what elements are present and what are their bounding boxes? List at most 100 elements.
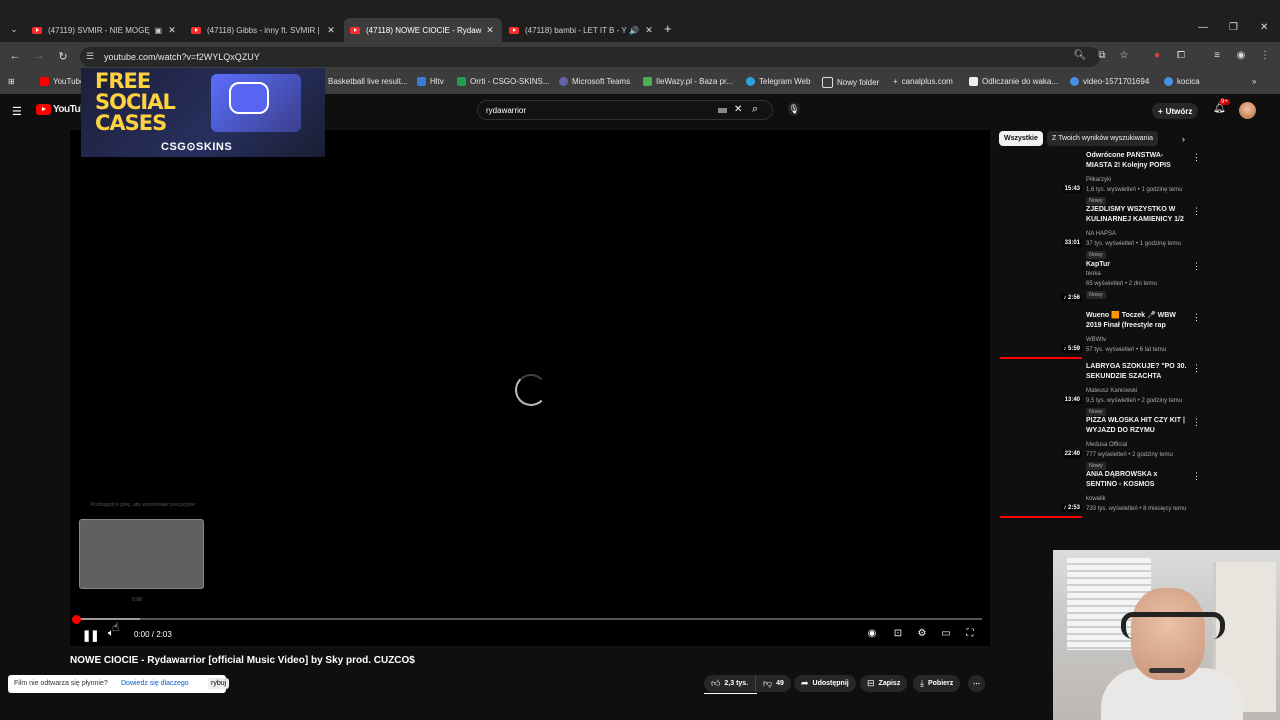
subtitles-icon[interactable]: ⊡ bbox=[891, 628, 905, 639]
suggested-video-title[interactable]: Odwrócone PAŃSTWA-MIASTA 2! Kolejny POPI… bbox=[1086, 151, 1188, 171]
bookmark-ilewazy[interactable]: IleWazy.pl - Baza pr... bbox=[643, 77, 733, 86]
search-input[interactable]: rydawarrior ✕ bbox=[477, 100, 773, 120]
site-info-icon[interactable]: ☰ bbox=[86, 51, 94, 62]
scrubber-handle[interactable] bbox=[72, 615, 81, 624]
channel-name[interactable]: WBWtv bbox=[1086, 337, 1106, 343]
download-button[interactable]: ⤓ Pobierz bbox=[913, 675, 961, 692]
profile-icon[interactable]: ◉ bbox=[1234, 50, 1248, 61]
tab-close-icon[interactable]: ✕ bbox=[166, 25, 178, 36]
more-options-icon[interactable]: ⋮ bbox=[1192, 206, 1201, 217]
url-text[interactable]: youtube.com/watch?v=f2WYLQxQZUY bbox=[104, 52, 260, 62]
suggested-video-title[interactable]: KapTur bbox=[1086, 260, 1188, 270]
suggested-video[interactable]: 13:40 LABRYGA SZOKUJE? "PO 30. SEKUNDZIE … bbox=[1000, 362, 1201, 417]
bookmark-telegram[interactable]: Telegram Web bbox=[746, 77, 810, 86]
bookmark-folder[interactable]: Nowy folder bbox=[822, 77, 879, 88]
autoplay-toggle-icon[interactable]: ◉ bbox=[865, 628, 879, 639]
apps-grid-icon[interactable]: ⊞ bbox=[8, 77, 15, 86]
pause-icon[interactable]: ❚❚ bbox=[82, 629, 99, 642]
browser-tab-2[interactable]: (47118) Gibbs - inny ft. SVMIR | ✕ bbox=[185, 18, 343, 42]
suggested-video[interactable]: 15:43 Odwrócone PAŃSTWA-MIASTA 2! Kolejny… bbox=[1000, 151, 1201, 206]
browser-tab-1[interactable]: (47119) SVMIR - NIE MOGĘ ▣ ✕ bbox=[26, 18, 184, 42]
bookmarks-overflow-icon[interactable]: » bbox=[1252, 77, 1256, 86]
suggested-video[interactable]: 22:40 PIZZA WŁOSKA HIT CZY KIT | WYJAZD D… bbox=[1000, 416, 1201, 471]
bookmark-youtube[interactable]: YouTube bbox=[40, 77, 84, 86]
share-button[interactable]: ➦ Udostępnij bbox=[794, 675, 856, 692]
tab-close-icon[interactable]: ✕ bbox=[643, 25, 655, 36]
tab-close-icon[interactable]: ✕ bbox=[325, 25, 337, 36]
more-options-icon[interactable]: ⋮ bbox=[1192, 152, 1201, 163]
channel-name[interactable]: Mateusz Kaniowski bbox=[1086, 388, 1137, 394]
suggested-video-title[interactable]: ZJEDLIŚMY WSZYSTKO W KULINARNEJ KAMIENIC… bbox=[1086, 205, 1188, 225]
suggested-video-title[interactable]: PIZZA WŁOSKA HIT CZY KIT | WYJAZD DO RZY… bbox=[1086, 416, 1188, 436]
tab-close-icon[interactable]: ✕ bbox=[484, 25, 496, 36]
create-button[interactable]: + Utwórz bbox=[1152, 103, 1199, 119]
chips-next-chevron-icon[interactable]: › bbox=[1182, 134, 1185, 144]
like-button[interactable]: 👍︎ 2,3 tys. bbox=[704, 675, 756, 692]
close-window-icon[interactable]: ✕ bbox=[1260, 22, 1268, 33]
reload-icon[interactable]: ↻ bbox=[56, 50, 70, 63]
browser-menu-icon[interactable]: ⋮ bbox=[1258, 50, 1272, 61]
minimize-icon[interactable]: — bbox=[1198, 22, 1208, 33]
tab-search-chevron-icon[interactable]: ⌄ bbox=[6, 21, 22, 37]
search-query[interactable]: rydawarrior bbox=[486, 106, 526, 115]
channel-name[interactable]: Medusa Official bbox=[1086, 442, 1127, 448]
voice-search-mic-icon[interactable]: 🎙︎ bbox=[788, 102, 800, 116]
extensions-puzzle-icon[interactable]: ⧠ bbox=[1174, 50, 1188, 61]
learn-why-link[interactable]: Dowiedz się dlaczego bbox=[121, 680, 189, 687]
browser-tab-3-active[interactable]: (47118) NOWE CIOCIE - Rydaw ✕ bbox=[344, 18, 502, 42]
more-options-icon[interactable]: ⋮ bbox=[1192, 471, 1201, 482]
more-options-icon[interactable]: ⋮ bbox=[1192, 417, 1201, 428]
csgo-skins-ad-banner[interactable]: FREE SOCIAL CASES CSG⊙SKINS bbox=[81, 68, 325, 157]
settings-gear-icon[interactable]: ⚙ bbox=[915, 628, 929, 639]
more-options-icon[interactable]: ⋮ bbox=[1192, 363, 1201, 374]
channel-name[interactable]: NA HAPSA bbox=[1086, 231, 1116, 237]
chip-all[interactable]: Wszystkie bbox=[999, 131, 1043, 146]
clear-search-icon[interactable]: ✕ bbox=[734, 104, 742, 115]
suggested-video[interactable]: ♪ 2:56 KapTur teoka 65 wyświetleń • 2 dni t… bbox=[1000, 260, 1201, 315]
progress-bar[interactable] bbox=[76, 618, 982, 620]
subscribe-button-partial[interactable]: rybuj bbox=[208, 678, 230, 689]
more-actions-icon[interactable]: ⋯ bbox=[968, 675, 985, 692]
menu-hamburger-icon[interactable]: ☰ bbox=[12, 105, 22, 118]
forward-arrow-icon[interactable]: → bbox=[32, 50, 46, 62]
bookmark-hltv[interactable]: Hltv bbox=[417, 77, 444, 86]
suggested-video[interactable]: 33:01 ZJEDLIŚMY WSZYSTKO W KULINARNEJ KAM… bbox=[1000, 205, 1201, 260]
suggested-video[interactable]: ♪ 5:59 Wueno 🟧 Toczek 🎤 WBW 2019 Finał (f… bbox=[1000, 311, 1201, 366]
theater-mode-icon[interactable]: ▭ bbox=[939, 628, 953, 639]
suggested-video-title[interactable]: LABRYGA SZOKUJE? "PO 30. SEKUNDZIE SZACH… bbox=[1086, 362, 1188, 382]
suggested-video-title[interactable]: Wueno 🟧 Toczek 🎤 WBW 2019 Finał (freesty… bbox=[1086, 311, 1188, 331]
account-avatar[interactable] bbox=[1239, 102, 1256, 119]
media-controls-icon[interactable]: ≡ bbox=[1210, 50, 1224, 61]
save-button[interactable]: ⊟ Zapisz bbox=[860, 675, 908, 692]
channel-name[interactable]: kowalik bbox=[1086, 496, 1106, 502]
bookmark-odliczanie[interactable]: Odliczanie do waka... bbox=[969, 77, 1058, 86]
restore-icon[interactable]: ❐ bbox=[1229, 22, 1238, 33]
new-tab-plus-icon[interactable]: + bbox=[664, 21, 672, 36]
back-arrow-icon[interactable]: ← bbox=[8, 50, 22, 62]
chip-from-search[interactable]: Z Twoich wyników wyszukiwania bbox=[1047, 131, 1159, 146]
zoom-search-icon[interactable]: 🔍︎ bbox=[1073, 50, 1087, 61]
fullscreen-icon[interactable]: ⛶ bbox=[963, 628, 977, 639]
bookmark-csgo-skins[interactable]: Orrti - CSGO-SKINS... bbox=[457, 77, 550, 86]
bookmark-canalplus[interactable]: + canalplus.com bbox=[893, 77, 953, 86]
bookmark-star-icon[interactable]: ☆ bbox=[1117, 50, 1131, 61]
cast-icon[interactable]: ⧉ bbox=[1095, 50, 1109, 61]
suggested-video-title[interactable]: ANIA DĄBROWSKA x SENTINO - KOSMOS bbox=[1086, 470, 1188, 490]
suggested-video[interactable]: ♪ 2:53 ANIA DĄBROWSKA x SENTINO - KOSMOS k… bbox=[1000, 470, 1201, 525]
bookmark-video[interactable]: video-1571701694 bbox=[1070, 77, 1149, 86]
bookmark-kocica[interactable]: kocica bbox=[1164, 77, 1200, 86]
duration-badge: 33:01 bbox=[1062, 239, 1082, 247]
bookmark-basketball[interactable]: Basketball live result... bbox=[328, 77, 408, 86]
bookmark-teams[interactable]: Microsoft Teams bbox=[559, 77, 630, 86]
channel-name[interactable]: teoka bbox=[1086, 271, 1101, 277]
browser-tab-4[interactable]: (47118) bambi - LET IT B - Y 🔊 ✕ bbox=[503, 18, 661, 42]
more-options-icon[interactable]: ⋮ bbox=[1192, 312, 1201, 323]
address-bar[interactable]: ☰ youtube.com/watch?v=f2WYLQxQZUY bbox=[80, 47, 1100, 67]
extension-red-icon[interactable]: ● bbox=[1150, 50, 1164, 61]
dislike-button[interactable]: 👎︎ 49 bbox=[755, 675, 791, 692]
more-options-icon[interactable]: ⋮ bbox=[1192, 261, 1201, 272]
channel-name[interactable]: Piłkarzyki bbox=[1086, 177, 1111, 183]
search-icon[interactable]: ⌕ bbox=[752, 103, 758, 116]
keyboard-icon[interactable] bbox=[718, 108, 727, 113]
video-player[interactable]: Podciągnij w górę, aby wyszukiwać precyz… bbox=[70, 130, 990, 646]
